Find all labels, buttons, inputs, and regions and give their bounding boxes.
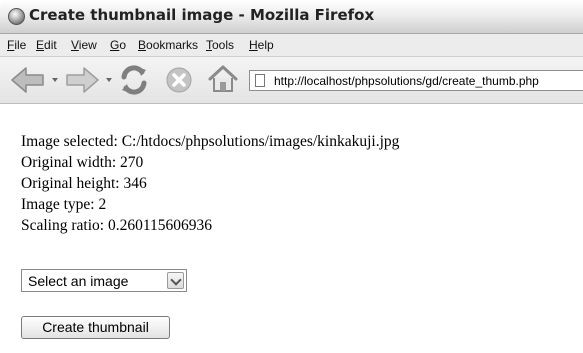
navigation-toolbar: http://localhost/phpsolutions/gd/create_… [0, 57, 583, 104]
page-content: Image selected: C:/htdocs/phpsolutions/i… [21, 131, 399, 236]
window-title: Create thumbnail image - Mozilla Firefox [29, 6, 375, 24]
image-type-text: Image type: 2 [21, 196, 107, 213]
firefox-logo-icon [8, 8, 25, 25]
original-width-text: Original width: 270 [21, 154, 144, 171]
menu-tools[interactable]: Tools [206, 38, 234, 52]
window-titlebar[interactable]: Create thumbnail image - Mozilla Firefox [0, 0, 583, 34]
menu-bar: File Edit View Go Bookmarks Tools Help [0, 34, 583, 57]
image-select[interactable]: Select an image [21, 269, 187, 292]
stop-icon[interactable] [165, 66, 193, 94]
reload-icon[interactable] [118, 64, 150, 96]
menu-view[interactable]: View [71, 38, 97, 52]
image-select-value: Select an image [28, 273, 129, 289]
menu-go[interactable]: Go [110, 38, 126, 52]
url-text: http://localhost/phpsolutions/gd/create_… [274, 74, 539, 88]
back-arrow-icon[interactable] [10, 65, 46, 95]
forward-dropdown-icon[interactable] [106, 78, 112, 82]
menu-bookmarks[interactable]: Bookmarks [138, 38, 198, 52]
url-bar[interactable]: http://localhost/phpsolutions/gd/create_… [249, 70, 583, 91]
menu-help[interactable]: Help [249, 38, 274, 52]
image-selected-text: Image selected: C:/htdocs/phpsolutions/i… [21, 133, 400, 150]
forward-arrow-icon[interactable] [64, 65, 100, 95]
original-height-text: Original height: 346 [21, 175, 147, 192]
chevron-down-icon[interactable] [167, 272, 184, 289]
page-icon [255, 74, 265, 87]
home-icon[interactable] [207, 64, 239, 94]
scaling-ratio-text: Scaling ratio: 0.260115606936 [21, 217, 213, 234]
create-thumbnail-button[interactable]: Create thumbnail [21, 316, 170, 339]
back-dropdown-icon[interactable] [52, 78, 58, 82]
menu-edit[interactable]: Edit [36, 38, 57, 52]
menu-file[interactable]: File [7, 38, 26, 52]
